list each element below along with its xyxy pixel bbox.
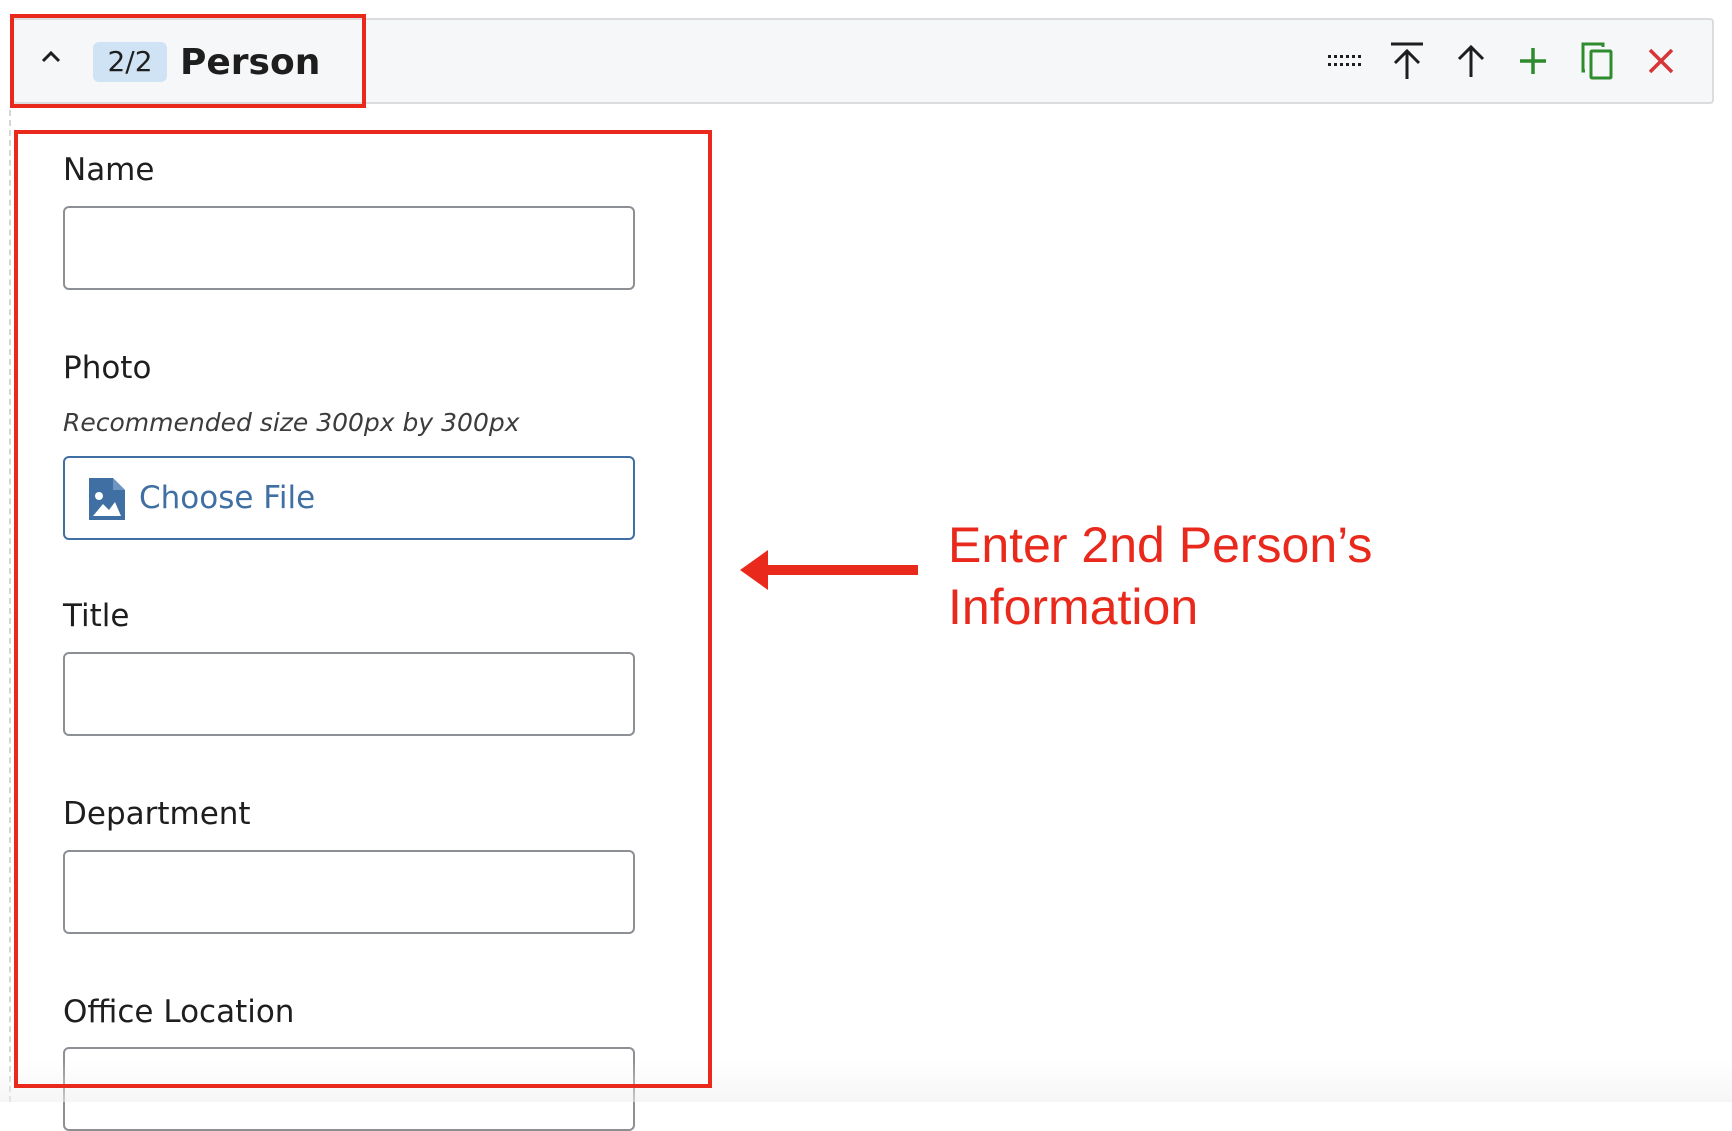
- title-field[interactable]: [63, 652, 635, 736]
- department-field[interactable]: [63, 850, 635, 934]
- annotation-line-1: Enter 2nd Person’s: [948, 517, 1373, 573]
- remove-icon[interactable]: [1636, 36, 1686, 86]
- add-icon[interactable]: [1508, 36, 1558, 86]
- bottom-fade: [0, 1060, 1732, 1102]
- photo-help-text: Recommended size 300px by 300px: [63, 408, 520, 437]
- choose-file-button[interactable]: Choose File: [63, 456, 635, 540]
- department-label: Department: [63, 796, 251, 832]
- office-location-label: Office Location: [63, 994, 295, 1030]
- name-field[interactable]: [63, 206, 635, 290]
- move-up-icon[interactable]: [1446, 36, 1496, 86]
- image-file-icon: [87, 476, 127, 522]
- move-to-top-icon[interactable]: [1382, 36, 1432, 86]
- annotation-line-2: Information: [948, 579, 1199, 635]
- photo-label: Photo: [63, 350, 152, 386]
- block-title: Person: [180, 42, 321, 83]
- arrow-left-icon: [740, 548, 920, 592]
- block-left-guide: [9, 110, 11, 1102]
- chevron-up-icon[interactable]: [38, 44, 64, 70]
- choose-file-label: Choose File: [139, 480, 316, 516]
- title-label: Title: [63, 598, 130, 634]
- annotation-text: Enter 2nd Person’s Information: [948, 514, 1508, 638]
- drag-handle-icon[interactable]: [1320, 36, 1370, 86]
- block-counter-badge: 2/2: [93, 42, 167, 82]
- duplicate-icon[interactable]: [1572, 36, 1622, 86]
- name-label: Name: [63, 152, 155, 188]
